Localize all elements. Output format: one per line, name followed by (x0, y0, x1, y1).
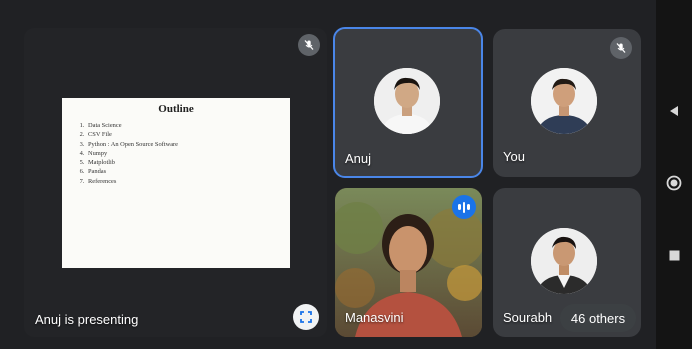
home-icon[interactable] (656, 173, 692, 193)
others-count-chip[interactable]: 46 others (560, 304, 636, 332)
participant-name: Sourabh (503, 310, 553, 325)
slide-title: Outline (158, 103, 194, 115)
participant-tile-you[interactable]: You (493, 29, 641, 177)
slide-item: Data Science (86, 121, 290, 130)
participant-tile-anuj[interactable]: Anuj (333, 27, 483, 178)
slide-item: CSV File (86, 130, 290, 139)
meeting-screen: Outline Data Science CSV File Python : A… (0, 0, 656, 349)
slide-item: Matplotlib (86, 158, 290, 167)
mic-off-icon (610, 37, 632, 59)
shared-slide: Outline Data Science CSV File Python : A… (62, 98, 290, 268)
recents-icon[interactable] (656, 247, 692, 263)
avatar (374, 68, 440, 134)
slide-item: References (86, 177, 290, 186)
slide-item: Python : An Open Source Software (86, 140, 290, 149)
avatar (531, 228, 597, 294)
presenter-caption: Anuj is presenting (35, 312, 139, 327)
mic-off-icon (298, 34, 320, 56)
slide-item: Pandas (86, 167, 290, 176)
android-nav-bar (656, 0, 692, 349)
speaking-icon (452, 195, 476, 219)
fullscreen-icon[interactable] (293, 304, 319, 330)
slide-outline-list: Data Science CSV File Python : An Open S… (62, 121, 290, 186)
back-icon[interactable] (656, 102, 692, 120)
slide-item: Numpy (86, 149, 290, 158)
avatar (531, 68, 597, 134)
participant-tile-manasvini[interactable]: Manasvini (335, 188, 482, 337)
presentation-tile[interactable]: Outline Data Science CSV File Python : A… (24, 28, 327, 337)
participant-name: You (503, 149, 525, 164)
participant-name: Manasvini (345, 310, 404, 325)
participant-name: Anuj (345, 151, 372, 166)
